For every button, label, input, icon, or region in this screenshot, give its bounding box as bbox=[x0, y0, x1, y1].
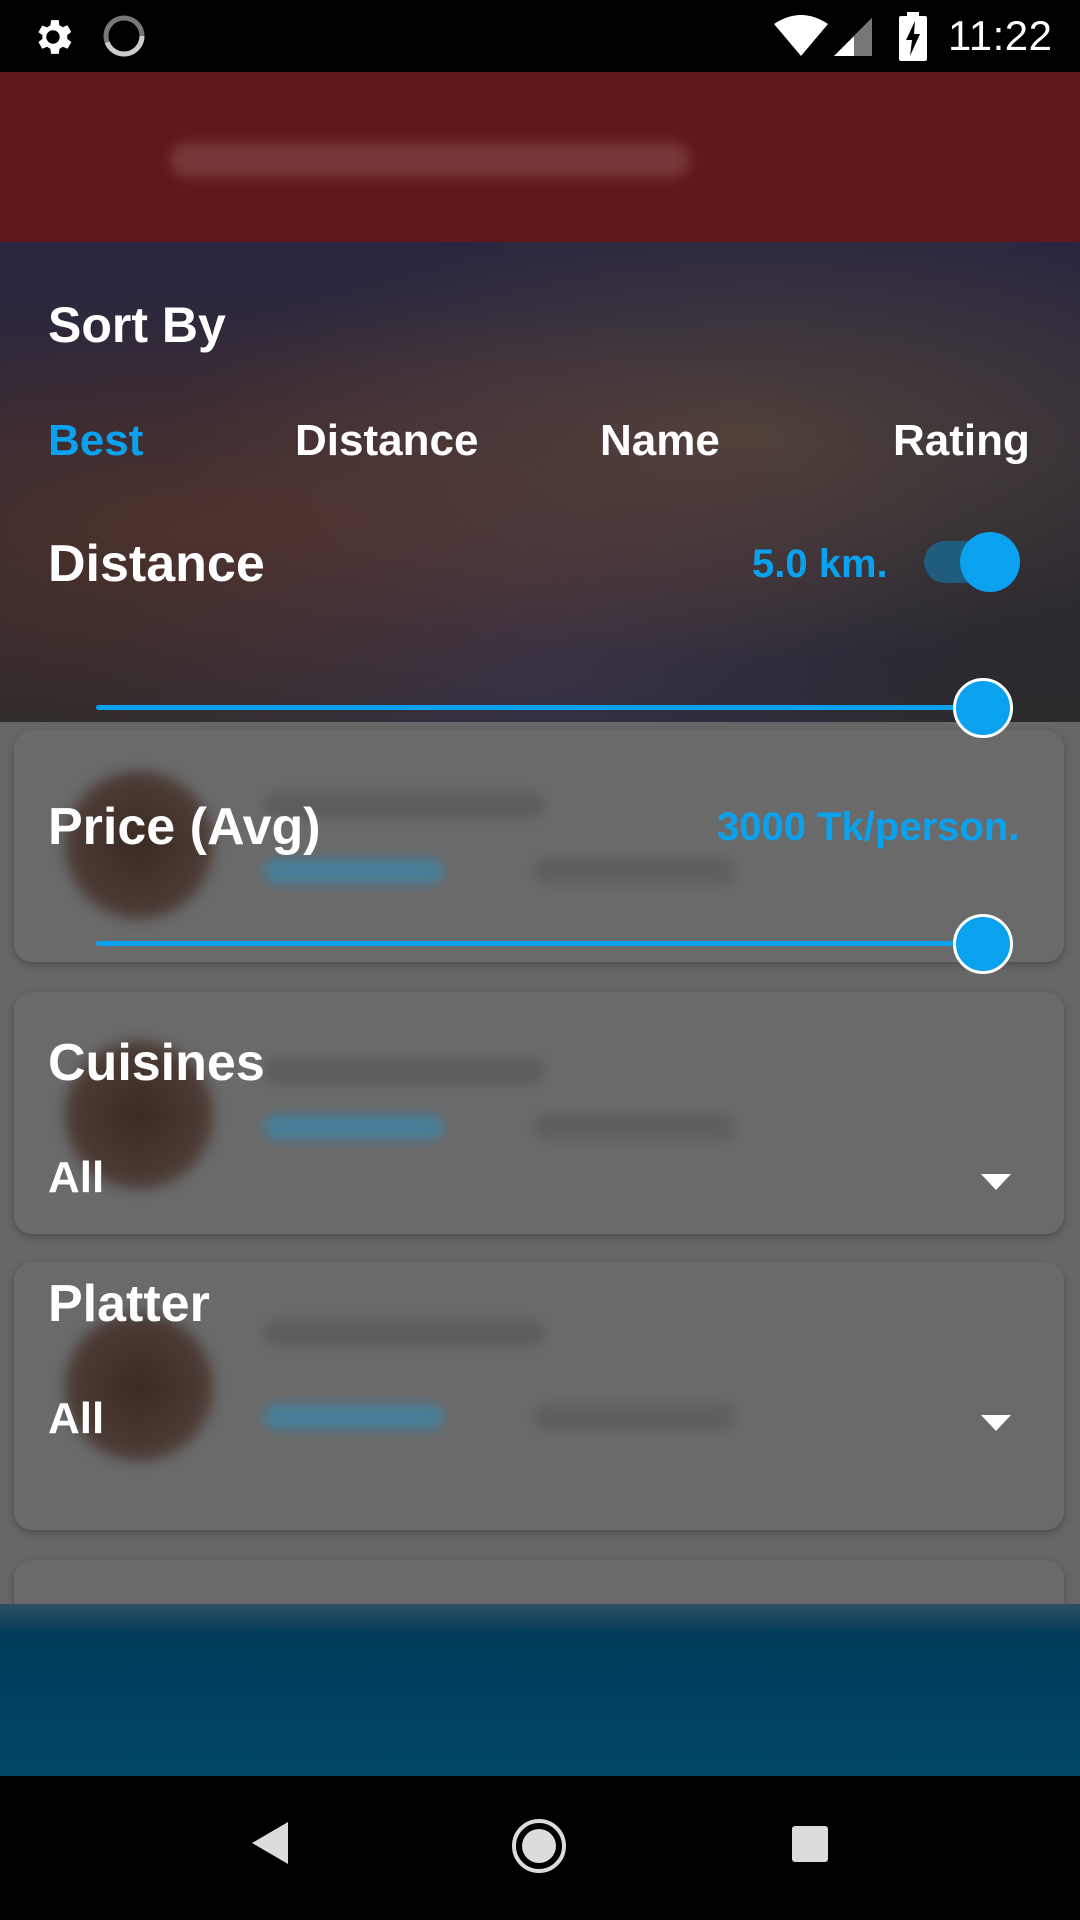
platter-label: Platter bbox=[48, 1275, 210, 1333]
bottom-bar bbox=[0, 1604, 1080, 1776]
dropdown-arrow-icon[interactable] bbox=[981, 1415, 1011, 1431]
platter-selected[interactable]: All bbox=[48, 1394, 104, 1444]
battery-charging-icon bbox=[899, 12, 927, 61]
status-time: 11:22 bbox=[948, 12, 1053, 59]
sort-option-name[interactable]: Name bbox=[600, 416, 720, 466]
wifi-icon bbox=[774, 15, 828, 56]
sort-option-rating[interactable]: Rating bbox=[893, 416, 1030, 466]
gear-icon bbox=[38, 20, 72, 54]
toggle-thumb[interactable] bbox=[960, 532, 1020, 592]
cuisines-selected[interactable]: All bbox=[48, 1153, 104, 1203]
navigation-bar bbox=[0, 1776, 1080, 1920]
distance-label: Distance bbox=[48, 535, 265, 593]
price-slider-track[interactable] bbox=[96, 941, 984, 946]
sort-option-distance[interactable]: Distance bbox=[295, 416, 478, 466]
cuisines-label: Cuisines bbox=[48, 1034, 265, 1092]
home-icon[interactable] bbox=[511, 1818, 567, 1874]
sort-option-best[interactable]: Best bbox=[48, 416, 143, 466]
loading-icon bbox=[103, 15, 145, 57]
distance-slider-track[interactable] bbox=[96, 705, 984, 710]
restaurant-list bbox=[0, 722, 1080, 1682]
distance-slider-thumb[interactable] bbox=[953, 678, 1013, 738]
price-label: Price (Avg) bbox=[48, 798, 321, 856]
status-bar: 11:22 bbox=[0, 0, 1080, 72]
distance-value: 5.0 km. bbox=[752, 542, 888, 586]
list-card bbox=[14, 992, 1064, 1234]
dropdown-arrow-icon[interactable] bbox=[981, 1174, 1011, 1190]
sort-by-title: Sort By bbox=[48, 297, 226, 353]
toolbar-title-blur bbox=[170, 142, 690, 178]
price-value: 3000 Tk/person. bbox=[717, 805, 1020, 849]
recents-icon[interactable] bbox=[790, 1824, 830, 1864]
back-icon[interactable] bbox=[250, 1820, 290, 1866]
app-toolbar bbox=[0, 72, 1080, 242]
price-slider-thumb[interactable] bbox=[953, 914, 1013, 974]
signal-icon bbox=[834, 18, 872, 56]
